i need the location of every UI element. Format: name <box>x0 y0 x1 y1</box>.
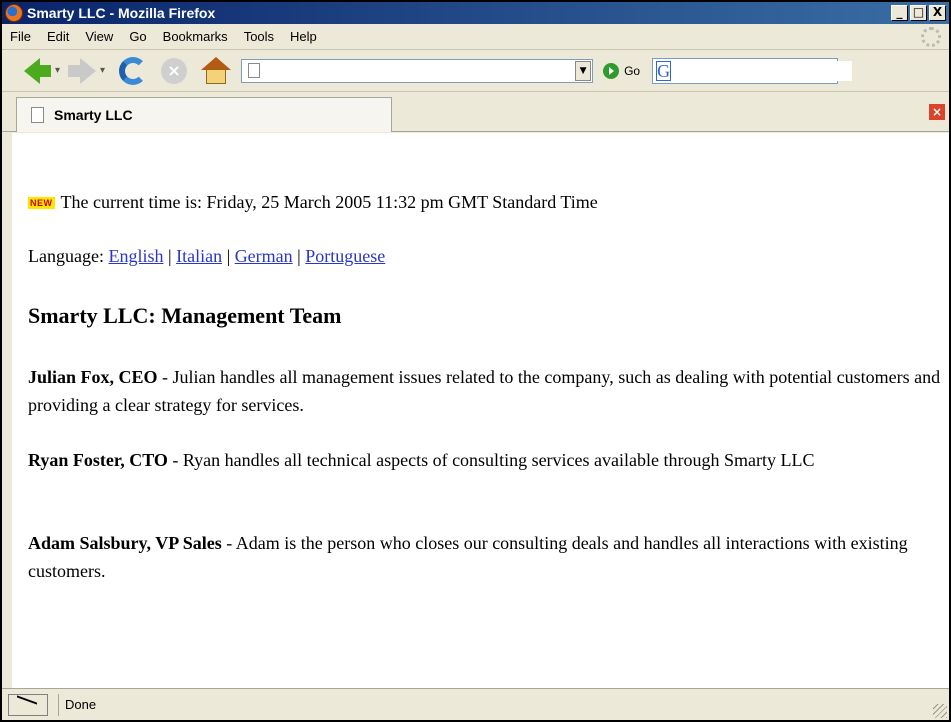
team-member-cto: Ryan Foster, CTO - Ryan handles all tech… <box>28 446 948 474</box>
go-icon <box>603 62 620 79</box>
search-input[interactable] <box>675 60 853 81</box>
firefox-logo-icon <box>5 4 23 22</box>
page-heading: Smarty LLC: Management Team <box>28 303 342 328</box>
language-link-portuguese[interactable]: Portuguese <box>305 246 385 266</box>
back-arrow-icon <box>24 57 40 84</box>
menu-file[interactable]: File <box>10 29 31 44</box>
menu-view[interactable]: View <box>85 29 113 44</box>
language-label: Language: <box>28 246 104 266</box>
language-link-german[interactable]: German <box>235 246 293 266</box>
reload-icon[interactable] <box>119 56 148 85</box>
team-member-name: Adam Salsbury, VP Sales <box>28 533 222 553</box>
team-member-name: Ryan Foster, CTO <box>28 450 168 470</box>
maximize-button[interactable]: □ <box>910 5 927 21</box>
forward-arrow-icon <box>80 57 97 84</box>
google-icon[interactable]: G <box>656 60 672 81</box>
page-content: NEW The current time is: Friday, 25 Marc… <box>12 133 949 688</box>
team-member-ceo: Julian Fox, CEO - Julian handles all man… <box>28 363 948 419</box>
close-button[interactable]: X <box>929 5 946 21</box>
tab-smarty-llc[interactable]: Smarty LLC <box>16 97 392 132</box>
url-bar[interactable]: ▼ <box>241 58 594 83</box>
stop-icon[interactable]: × <box>161 57 188 84</box>
status-bar: Done <box>2 688 949 720</box>
home-icon[interactable] <box>201 56 232 85</box>
language-selector: Language: English | Italian | German | P… <box>28 246 386 266</box>
menu-bookmarks[interactable]: Bookmarks <box>163 29 228 44</box>
menu-tools[interactable]: Tools <box>244 29 274 44</box>
status-text: Done <box>58 693 96 716</box>
title-bar: Smarty LLC - Mozilla Firefox _ □ X <box>2 2 949 24</box>
team-member-vp-sales: Adam Salsbury, VP Sales - Adam is the pe… <box>28 529 948 585</box>
page-icon <box>248 63 261 78</box>
navigation-toolbar: ▾ ▾ × ▼ Go G <box>2 50 949 92</box>
url-dropdown-button[interactable]: ▼ <box>575 60 592 81</box>
menu-edit[interactable]: Edit <box>47 29 69 44</box>
close-tab-icon[interactable]: × <box>929 104 945 120</box>
search-bar[interactable]: G <box>652 57 853 84</box>
back-button[interactable]: ▾ <box>24 57 60 84</box>
go-label: Go <box>624 63 641 78</box>
browser-window: Smarty LLC - Mozilla Firefox _ □ X File … <box>0 0 951 722</box>
team-member-description: - Ryan handles all technical aspects of … <box>167 450 815 470</box>
connection-icon <box>17 694 37 715</box>
forward-button[interactable]: ▾ <box>68 57 105 84</box>
tab-label: Smarty LLC <box>54 107 133 123</box>
minimize-button[interactable]: _ <box>891 5 908 21</box>
resize-grip-icon[interactable] <box>933 704 947 718</box>
window-title: Smarty LLC - Mozilla Firefox <box>27 5 216 21</box>
page-icon <box>31 107 44 123</box>
go-button[interactable]: Go <box>603 62 641 79</box>
url-input[interactable] <box>266 60 576 81</box>
current-time-text: The current time is: Friday, 25 March 20… <box>60 192 598 212</box>
back-history-dropdown[interactable]: ▾ <box>55 65 60 76</box>
new-badge: NEW <box>28 196 55 209</box>
current-time-line: NEW The current time is: Friday, 25 Marc… <box>28 192 598 213</box>
forward-history-dropdown[interactable]: ▾ <box>100 65 105 76</box>
team-member-name: Julian Fox, CEO <box>28 367 158 387</box>
menu-go[interactable]: Go <box>129 29 146 44</box>
team-member-description: - Julian handles all management issues r… <box>28 367 941 415</box>
menu-help[interactable]: Help <box>290 29 317 44</box>
tab-bar: Smarty LLC × <box>2 92 949 132</box>
language-link-english[interactable]: English <box>108 246 163 266</box>
window-controls: _ □ X <box>891 5 946 21</box>
language-link-italian[interactable]: Italian <box>176 246 222 266</box>
menu-bar: File Edit View Go Bookmarks Tools Help <box>2 24 949 50</box>
throbber-icon <box>921 27 941 47</box>
connection-status[interactable] <box>8 693 48 716</box>
